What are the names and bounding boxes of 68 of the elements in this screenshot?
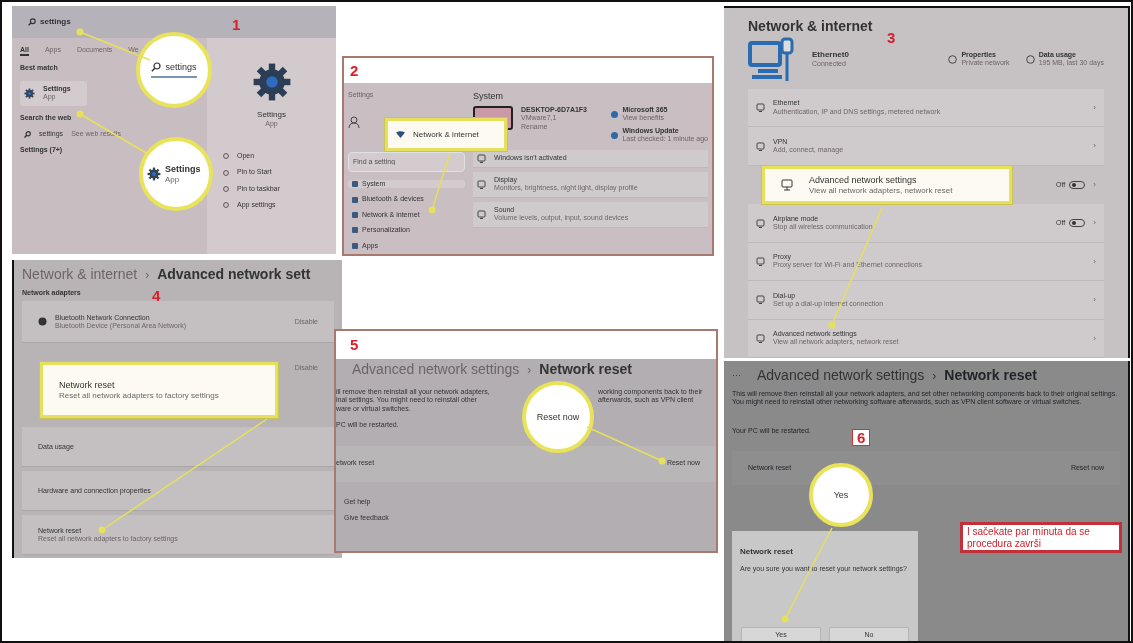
gear-icon [24,87,35,99]
leader-line [428,152,451,214]
gear-icon [147,167,161,181]
step-number: 4 [152,288,161,303]
monitor-icon [781,179,793,191]
nav-icon [352,212,358,218]
chevron-icon: › [527,360,532,379]
instruction-note: I sačekate par minuta da se procedura završi [960,522,1122,553]
page-title: Network reset [539,360,632,379]
adapter-icon [38,317,47,327]
setting-description: View all network adapters, network reset [809,185,953,196]
tile-icon [611,131,619,139]
chevron-icon: › [1093,102,1096,113]
breadcrumb-link[interactable]: Advanced network settings [757,365,925,386]
settings-row-icon [756,333,765,343]
setting-title: Network reset [59,379,116,391]
setting-title: Advanced network settings [809,174,918,186]
settings-row-icon [756,103,765,113]
settings-row-icon [477,179,486,189]
chevron-icon: › [1093,295,1096,305]
settings-row-icon [756,256,765,266]
settings-row-icon [756,141,765,151]
setting-description: App [165,174,181,185]
page-title: Network reset [944,366,1037,385]
chevron-icon: › [145,265,150,284]
gear-icon [251,62,292,102]
chevron-icon: › [1093,333,1096,344]
settings-row-icon [477,153,486,163]
chevron-icon: › [1093,218,1096,228]
user-icon [348,115,360,128]
dialog-title: Network reset [740,547,794,557]
step-number: 6 [852,429,871,446]
app-name: Settings [257,110,286,120]
step-number: 5 [350,337,359,352]
step-number: 1 [232,17,241,32]
setting-description: Reset all network adapters to factory settings [59,390,219,401]
chevron-icon: › [1093,141,1096,151]
more-icon[interactable]: ··· [732,370,741,381]
info-icon [948,54,958,64]
network-internet-callout: Network & internet [385,118,507,151]
search-icon [151,62,162,72]
settings-row-icon [477,209,486,219]
settings-row-icon [756,218,765,228]
tile-icon [611,110,619,118]
nav-icon [352,181,358,188]
action-icon [223,202,229,209]
ethernet-computer-icon [748,37,796,81]
setting-title: Settings [165,163,201,175]
nav-icon [352,242,358,249]
page-title: Advanced network sett [157,265,311,284]
search-icon [28,18,36,26]
chevron-icon: › [1093,256,1096,267]
action-icon [223,153,229,160]
nav-icon [352,227,358,234]
action-icon [223,185,229,192]
settings-row-icon [756,295,765,305]
step-number: 3 [887,30,896,45]
chevron-icon: › [1093,180,1096,190]
page-title: Network & internet [748,17,874,36]
setting-title: Ethernet0 [812,50,849,60]
info-icon [1025,54,1035,64]
action-icon [223,169,229,176]
wifi-icon [396,131,405,138]
page-title: System [473,91,504,102]
step-number: 2 [350,63,359,78]
search-icon [24,130,31,138]
nav-icon [352,196,358,203]
chevron-icon: › [932,366,937,385]
